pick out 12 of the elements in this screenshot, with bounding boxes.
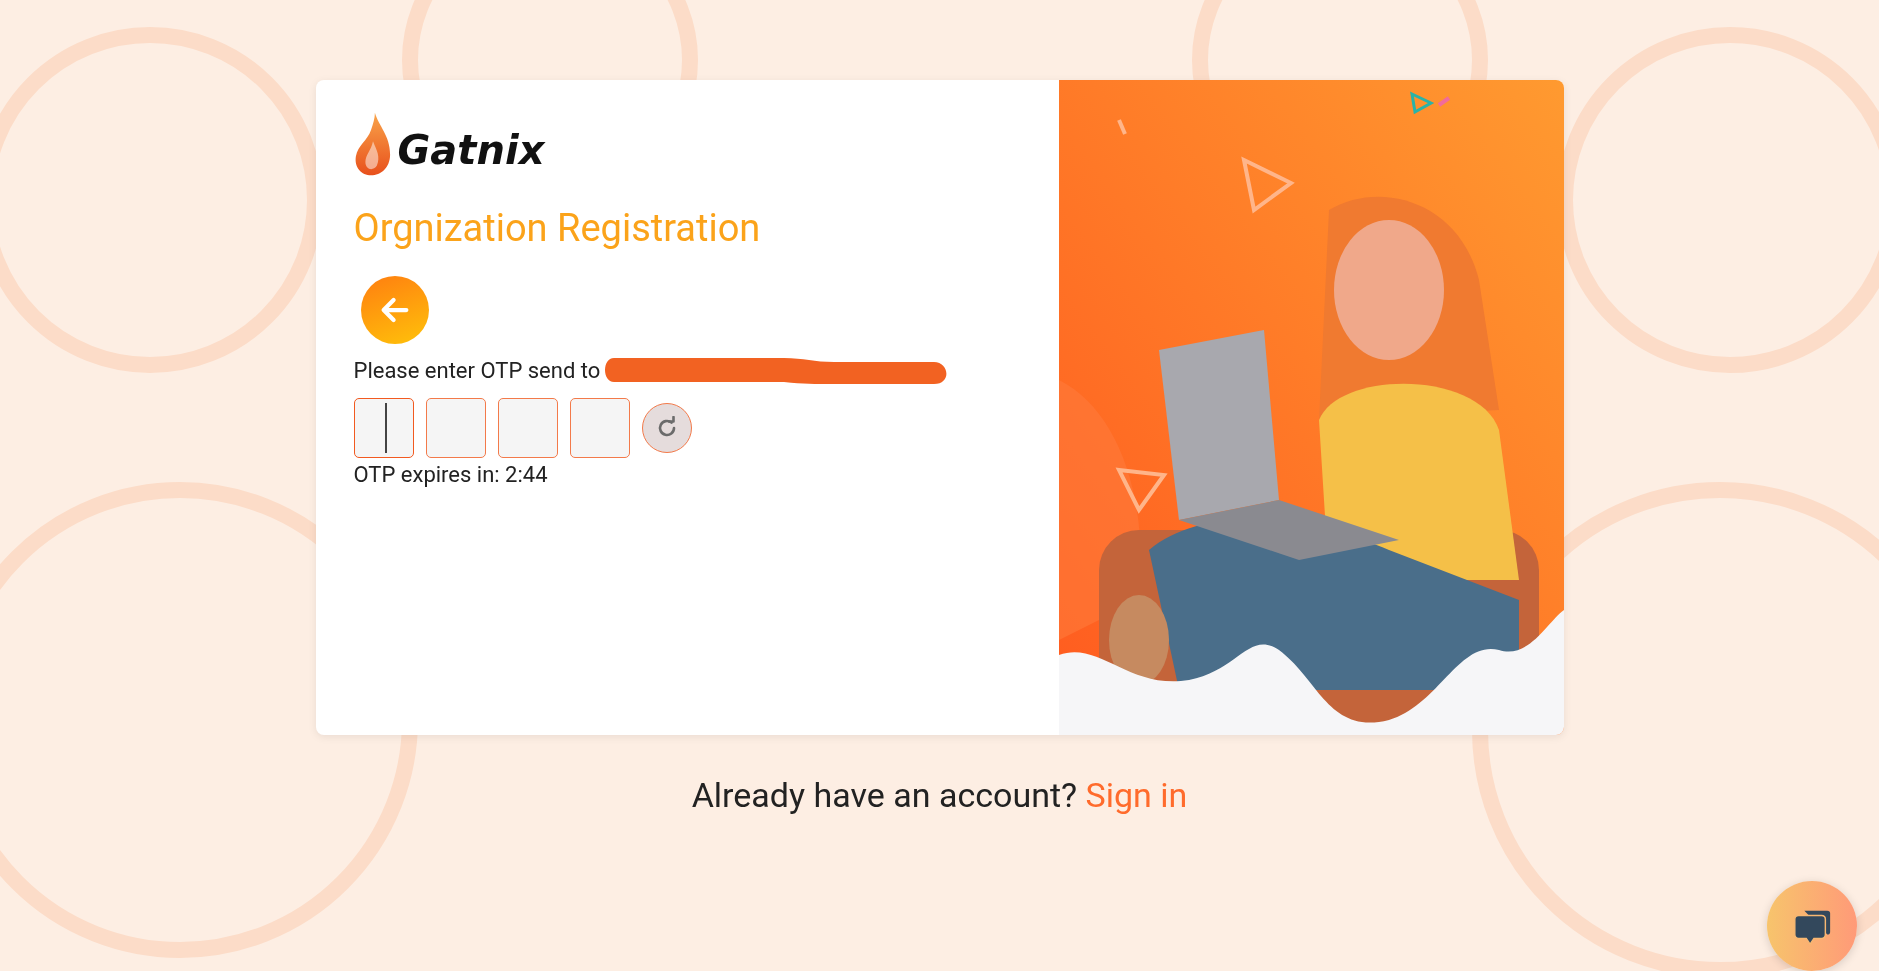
sign-in-link[interactable]: Sign in [1085,775,1188,815]
otp-input-field[interactable] [569,397,630,458]
chat-button[interactable] [1767,881,1857,971]
logo-text: Gatnix [397,130,545,170]
sign-in-prompt: Already have an account? Sign in [691,775,1188,815]
page-title: Orgnization Registration [353,206,762,252]
otp-input-field[interactable] [353,397,414,458]
otp-input-field[interactable] [497,397,558,458]
flame-icon [353,112,392,176]
otp-prompt: Please enter OTP send to [353,358,601,384]
otp-input-field[interactable] [425,397,486,458]
otp-expiry-text: OTP expires in: 2:44 [353,461,549,487]
